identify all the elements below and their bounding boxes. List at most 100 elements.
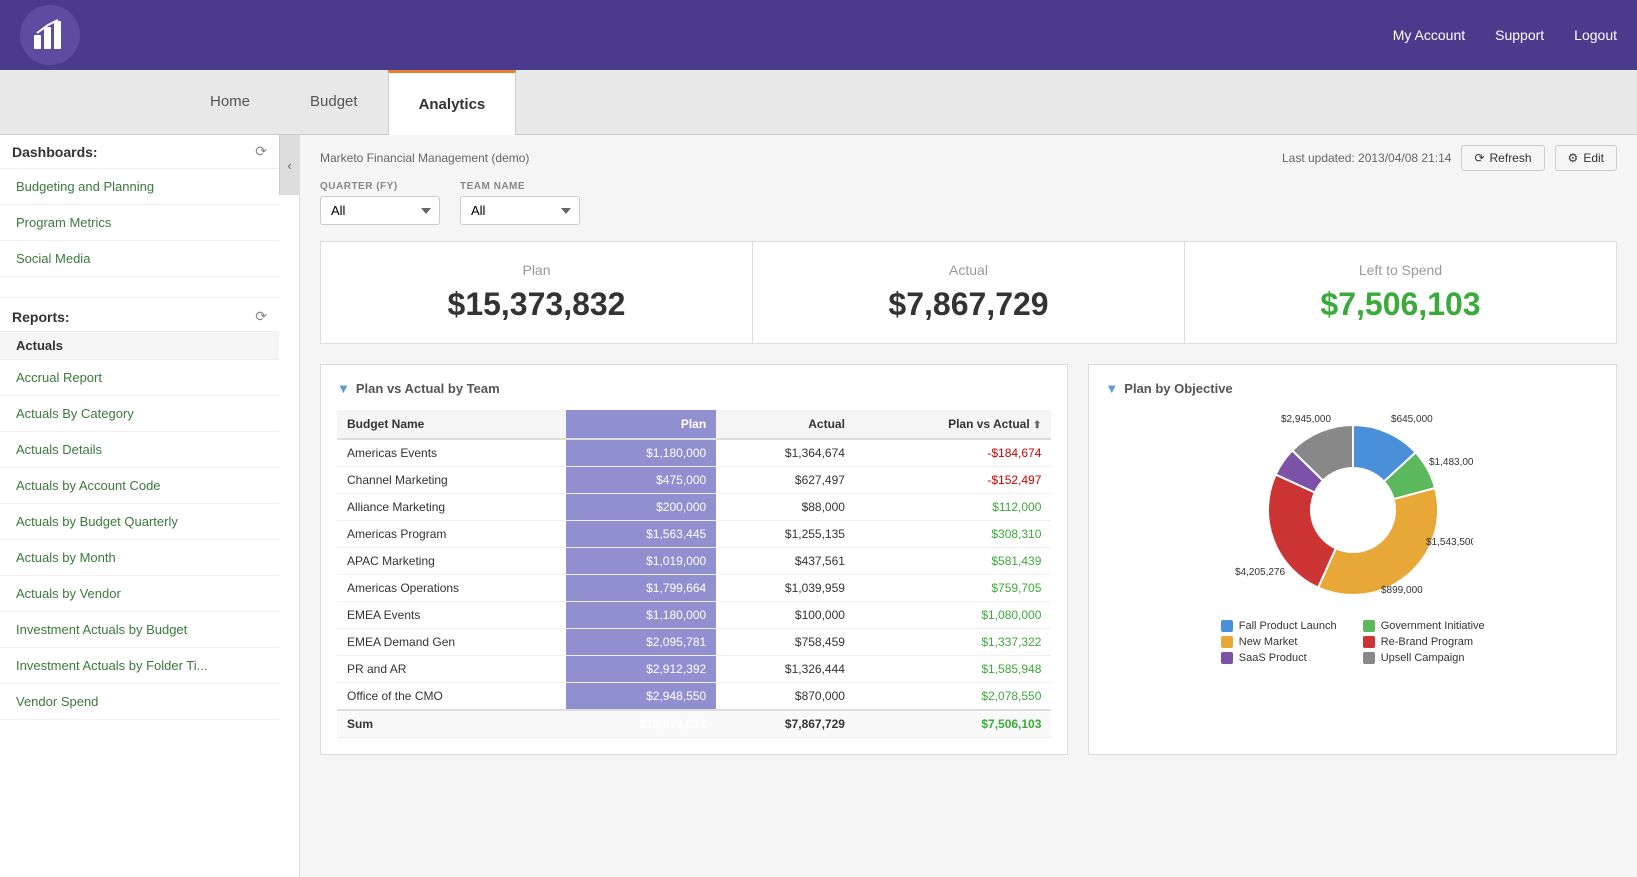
sidebar-dashboards-header: Dashboards: ⟳ — [0, 135, 279, 169]
donut-segment-2 — [1318, 488, 1438, 595]
team-filter-group: TEAM NAME All — [460, 181, 580, 225]
navigation-tabs: Home Budget Analytics — [0, 70, 1637, 135]
sidebar-item-actuals-by-account-code[interactable]: Actuals by Account Code — [0, 468, 279, 504]
table-sum-diff: $7,506,103 — [855, 710, 1051, 738]
sidebar-item-actuals-by-category[interactable]: Actuals By Category — [0, 396, 279, 432]
sidebar: Dashboards: ⟳ Budgeting and Planning Pro… — [0, 135, 300, 877]
col-plan: Plan — [566, 410, 716, 439]
tab-budget[interactable]: Budget — [280, 69, 388, 134]
table-cell-diff: $112,000 — [855, 494, 1051, 521]
table-cell-diff: $759,705 — [855, 575, 1051, 602]
legend-dot-saas — [1221, 652, 1233, 664]
sidebar-item-investment-actuals-by-budget[interactable]: Investment Actuals by Budget — [0, 612, 279, 648]
team-filter-select[interactable]: All — [460, 196, 580, 225]
table-cell-actual: $1,326,444 — [716, 656, 855, 683]
table-cell-actual: $437,561 — [716, 548, 855, 575]
sidebar-item-social-media[interactable]: Social Media — [0, 241, 279, 277]
support-link[interactable]: Support — [1495, 27, 1544, 43]
refresh-label: Refresh — [1490, 151, 1532, 165]
table-cell-actual: $627,497 — [716, 467, 855, 494]
refresh-button[interactable]: ⟳ Refresh — [1461, 145, 1544, 171]
table-row: Americas Program — [337, 521, 566, 548]
table-cell-actual: $1,039,959 — [716, 575, 855, 602]
tab-home[interactable]: Home — [180, 69, 280, 134]
edit-label: Edit — [1583, 151, 1604, 165]
sidebar-item-vendor-spend[interactable]: Vendor Spend — [0, 684, 279, 720]
sidebar-inner: Dashboards: ⟳ Budgeting and Planning Pro… — [0, 135, 279, 720]
kpi-actual-value: $7,867,729 — [783, 286, 1154, 323]
donut-label-2: $1,483,000 — [1429, 457, 1473, 468]
logout-link[interactable]: Logout — [1574, 27, 1617, 43]
col-plan-vs-actual: Plan vs Actual ⬆ — [855, 410, 1051, 439]
edit-icon: ⚙ — [1568, 151, 1579, 165]
table-cell-actual: $1,364,674 — [716, 439, 855, 467]
sidebar-item-accrual-report[interactable]: Accrual Report — [0, 360, 279, 396]
filters-row: QUARTER (FY) AllQ1Q2Q3Q4 TEAM NAME All — [320, 181, 1617, 225]
donut-label-5: $4,205,276 — [1235, 567, 1285, 578]
kpi-left-to-spend-value: $7,506,103 — [1215, 286, 1586, 323]
table-cell-diff: -$184,674 — [855, 439, 1051, 467]
filter-icon-2: ▼ — [1105, 381, 1118, 396]
table-cell-diff: -$152,497 — [855, 467, 1051, 494]
kpi-plan-label: Plan — [351, 262, 722, 278]
table-row: EMEA Demand Gen — [337, 629, 566, 656]
plan-vs-actual-title: ▼ Plan vs Actual by Team — [337, 381, 1051, 396]
table-cell-actual: $1,255,135 — [716, 521, 855, 548]
donut-container: $2,945,000$645,000$1,483,000$1,543,500$8… — [1105, 410, 1600, 664]
donut-label-3: $1,543,500 — [1426, 537, 1473, 548]
dashboards-label: Dashboards: — [12, 144, 98, 160]
table-row: Channel Marketing — [337, 467, 566, 494]
reports-refresh-icon[interactable]: ⟳ — [255, 308, 267, 325]
sidebar-item-investment-actuals-by-folder[interactable]: Investment Actuals by Folder Ti... — [0, 648, 279, 684]
table-cell-actual: $100,000 — [716, 602, 855, 629]
table-row: Americas Operations — [337, 575, 566, 602]
sort-icon[interactable]: ⬆ — [1033, 420, 1041, 431]
kpi-row: Plan $15,373,832 Actual $7,867,729 Left … — [320, 241, 1617, 344]
sidebar-collapse-button[interactable]: ‹ — [279, 135, 299, 195]
legend-item-fall: Fall Product Launch — [1221, 620, 1343, 632]
legend-item-saas: SaaS Product — [1221, 652, 1343, 664]
sidebar-item-actuals-by-budget-quarterly[interactable]: Actuals by Budget Quarterly — [0, 504, 279, 540]
quarter-filter-select[interactable]: AllQ1Q2Q3Q4 — [320, 196, 440, 225]
table-cell-plan: $1,180,000 — [566, 439, 716, 467]
sidebar-dashboard-items: Budgeting and Planning Program Metrics S… — [0, 169, 279, 277]
sidebar-item-budgeting[interactable]: Budgeting and Planning — [0, 169, 279, 205]
plan-vs-actual-table: Budget Name Plan Actual Plan vs Actual ⬆… — [337, 410, 1051, 738]
plan-by-objective-box: ▼ Plan by Objective $2,945,000$645,000$1… — [1088, 364, 1617, 755]
chart-legend: Fall Product Launch Government Initiativ… — [1221, 620, 1485, 664]
donut-label-1: $645,000 — [1391, 414, 1433, 425]
content-actions: Last updated: 2013/04/08 21:14 ⟳ Refresh… — [1282, 145, 1617, 171]
col-budget-name: Budget Name — [337, 410, 566, 439]
table-cell-actual: $870,000 — [716, 683, 855, 711]
legend-item-new-market: New Market — [1221, 636, 1343, 648]
tab-analytics[interactable]: Analytics — [388, 70, 517, 135]
table-row: Americas Events — [337, 439, 566, 467]
legend-dot-fall — [1221, 620, 1233, 632]
table-cell-plan: $2,948,550 — [566, 683, 716, 711]
table-cell-plan: $475,000 — [566, 467, 716, 494]
table-cell-diff: $1,080,000 — [855, 602, 1051, 629]
legend-item-rebrand: Re-Brand Program — [1363, 636, 1485, 648]
table-sum-plan: $15,373,832 — [566, 710, 716, 738]
reports-label: Reports: — [12, 309, 70, 325]
sidebar-dashboards-section: Dashboards: ⟳ Budgeting and Planning Pro… — [0, 135, 299, 720]
sidebar-item-program-metrics[interactable]: Program Metrics — [0, 205, 279, 241]
legend-item-upsell: Upsell Campaign — [1363, 652, 1485, 664]
legend-label-rebrand: Re-Brand Program — [1381, 636, 1473, 648]
main-content: Dashboards: ⟳ Budgeting and Planning Pro… — [0, 135, 1637, 877]
dashboards-refresh-icon[interactable]: ⟳ — [255, 143, 267, 160]
plan-vs-actual-box: ▼ Plan vs Actual by Team Budget Name Pla… — [320, 364, 1068, 755]
breadcrumb: Marketo Financial Management (demo) — [320, 151, 529, 165]
table-cell-plan: $2,912,392 — [566, 656, 716, 683]
kpi-left-to-spend-label: Left to Spend — [1215, 262, 1586, 278]
reports-category-label: Actuals — [0, 332, 279, 360]
sidebar-item-actuals-details[interactable]: Actuals Details — [0, 432, 279, 468]
sidebar-item-actuals-by-month[interactable]: Actuals by Month — [0, 540, 279, 576]
table-row: PR and AR — [337, 656, 566, 683]
plan-by-objective-title: ▼ Plan by Objective — [1105, 381, 1600, 396]
kpi-actual-label: Actual — [783, 262, 1154, 278]
sidebar-item-actuals-by-vendor[interactable]: Actuals by Vendor — [0, 576, 279, 612]
table-cell-diff: $1,585,948 — [855, 656, 1051, 683]
edit-button[interactable]: ⚙ Edit — [1555, 145, 1617, 171]
my-account-link[interactable]: My Account — [1393, 27, 1465, 43]
